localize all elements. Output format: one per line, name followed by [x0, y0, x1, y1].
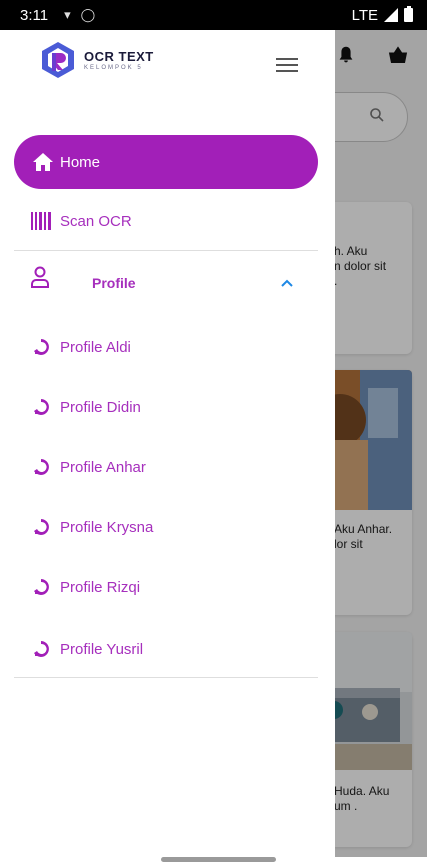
drawer-item-home[interactable]: Home [14, 135, 318, 189]
wifi-icon: ▾ [64, 7, 71, 22]
drawer-item-scan-ocr[interactable]: Scan OCR [30, 212, 132, 230]
drawer-item-home-label: Home [60, 153, 101, 171]
profile-badge-icon [32, 518, 52, 536]
signal-icon [384, 8, 398, 22]
battery-icon [404, 6, 413, 22]
person-icon [30, 266, 50, 293]
status-bar: 3:11 ▾ ◯ LTE [0, 0, 427, 30]
home-indicator[interactable] [161, 857, 276, 862]
app-logo: OCR TEXT KELOMPOK 5 [38, 40, 154, 80]
profile-item-label: Profile Didin [60, 398, 141, 416]
profile-item-aldi[interactable]: Profile Aldi [32, 338, 131, 356]
profile-badge-icon [32, 458, 52, 476]
screen: 3:11 ▾ ◯ LTE h. Aku n dolor sit . Aku An… [0, 0, 427, 867]
drawer-item-profile-label: Profile [92, 275, 136, 291]
profile-item-yusril[interactable]: Profile Yusril [32, 640, 143, 658]
drawer-item-scan-label: Scan OCR [60, 212, 132, 230]
status-time: 3:11 [20, 6, 49, 24]
profile-item-label: Profile Rizqi [60, 578, 141, 596]
profile-badge-icon [32, 338, 52, 356]
profile-item-anhar[interactable]: Profile Anhar [32, 458, 146, 476]
logo-text: OCR TEXT KELOMPOK 5 [84, 49, 154, 71]
barcode-icon [30, 212, 52, 230]
profile-item-rizqi[interactable]: Profile Rizqi [32, 578, 140, 596]
profile-item-label: Profile Anhar [60, 458, 146, 476]
profile-item-didin[interactable]: Profile Didin [32, 398, 141, 416]
chevron-up-icon[interactable] [280, 275, 294, 293]
profile-item-krysna[interactable]: Profile Krysna [32, 518, 153, 536]
network-label: LTE [351, 6, 378, 24]
profile-badge-icon [32, 640, 52, 658]
profile-item-label: Profile Aldi [60, 338, 131, 356]
profile-item-label: Profile Yusril [60, 640, 144, 658]
divider [14, 677, 318, 678]
status-right: LTE [351, 6, 413, 24]
navigation-drawer: OCR TEXT KELOMPOK 5 Home Scan OCR Profil… [0, 30, 335, 857]
logo-subtitle: KELOMPOK 5 [84, 65, 143, 71]
profile-item-label: Profile Krysna [60, 518, 154, 536]
hamburger-menu-icon[interactable] [276, 58, 298, 74]
drawer-item-profile[interactable]: Profile [14, 250, 318, 314]
sync-icon: ◯ [80, 7, 96, 22]
profile-badge-icon [32, 398, 52, 416]
logo-title: OCR TEXT [84, 49, 154, 64]
home-icon [33, 153, 53, 171]
logo-icon [42, 42, 74, 78]
profile-badge-icon [32, 578, 52, 596]
